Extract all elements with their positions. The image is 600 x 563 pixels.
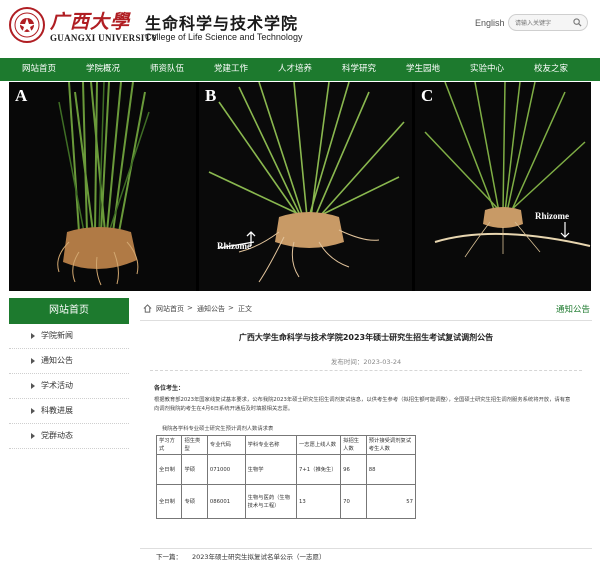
table-header-cell: 招生类型 <box>181 435 208 455</box>
table-caption: 我院各学科专业硕士研究生预计调剂人数请求表 <box>162 426 274 432</box>
university-name-en: GUANGXI UNIVERSITY <box>50 33 158 43</box>
rhizome-label-b: Rhizome <box>217 241 251 251</box>
next-article: 下一篇： 2023年硕士研究生拟复试名单公示（一志愿） <box>140 548 592 563</box>
nav-item-students[interactable]: 学生园地 <box>392 58 454 81</box>
table-cell: 全日制 <box>155 454 183 485</box>
table-row: 全日制 学硕 071000 生物学 7+1（推免生） 96 88 <box>155 454 417 485</box>
table-cell: 生物学 <box>244 454 297 485</box>
breadcrumb-separator: > <box>228 304 234 312</box>
table-header-cell: 预计接受调剂复试考生人数 <box>365 435 417 455</box>
sidebar-item-label: 科教进展 <box>41 406 73 415</box>
sidebar-title[interactable]: 网站首页 <box>9 298 129 324</box>
publish-date: 发布时间：2023-03-24 <box>140 356 592 366</box>
university-seal-icon[interactable] <box>9 7 45 43</box>
search-icon[interactable] <box>573 18 582 27</box>
plant-a-illustration <box>57 82 150 286</box>
plant-photo-b: B Rhizome <box>199 82 412 291</box>
site-header: 广西大學 GUANGXI UNIVERSITY 生命科学与技术学院 Colleg… <box>0 0 600 57</box>
panel-label-b: B <box>205 86 217 105</box>
arrow-right-icon <box>31 383 35 389</box>
sidebar-item-label: 通知公告 <box>41 356 73 365</box>
home-icon <box>143 304 152 313</box>
table-header-cell: 学科专业名称 <box>244 435 297 455</box>
main-nav: 网站首页 学院概况 师资队伍 党建工作 人才培养 科学研究 学生园地 实验中心 … <box>0 58 600 81</box>
table-cell: 96 <box>340 454 367 485</box>
table-cell: 学硕 <box>181 454 208 485</box>
nav-item-faculty[interactable]: 师资队伍 <box>136 58 198 81</box>
college-name-cn: 生命科学与技术学院 <box>145 14 299 33</box>
quota-table: 学习方式 招生类型 专业代码 学科专业名称 一志愿上线人数 拟招生人数 预计接受… <box>155 435 417 519</box>
breadcrumb-current: 正文 <box>238 305 252 313</box>
sidebar-item-label: 学院新闻 <box>41 331 73 340</box>
rhizome-label-c: Rhizome <box>535 211 569 221</box>
breadcrumb-notices[interactable]: 通知公告 <box>197 304 225 314</box>
table-row: 全日制 专硕 086001 生物与医药（生物技术与工程） 13 70 57 <box>155 484 417 519</box>
main-content: 网站首页 > 通知公告 > 正文 通知公告 广西大学生命科学与技术学院2023年… <box>140 298 592 561</box>
breadcrumb: 网站首页 > 通知公告 > 正文 通知公告 <box>140 298 592 321</box>
arrow-right-icon <box>31 358 35 364</box>
table-cell: 57 <box>365 484 417 519</box>
table-cell: 071000 <box>206 454 246 485</box>
table-header-cell: 拟招生人数 <box>340 435 367 455</box>
table-header-cell: 一志愿上线人数 <box>295 435 342 455</box>
sidebar-item-notices[interactable]: 通知公告 <box>9 349 129 374</box>
college-name-en: College of Life Science and Technology <box>145 32 303 42</box>
table-cell: 7+1（推免生） <box>295 454 342 485</box>
nav-item-alumni[interactable]: 校友之家 <box>520 58 582 81</box>
sidebar: 网站首页 学院新闻 通知公告 学术活动 科教进展 党群动态 <box>9 298 129 449</box>
panel-label-c: C <box>421 86 434 105</box>
nav-item-party[interactable]: 党建工作 <box>200 58 262 81</box>
plant-photo-a: A <box>9 82 196 291</box>
search-input[interactable] <box>515 17 573 29</box>
table-header-cell: 专业代码 <box>206 435 246 455</box>
section-title: 通知公告 <box>555 305 590 315</box>
sidebar-item-label: 党群动态 <box>41 431 73 440</box>
article-title: 广西大学生命科学与技术学院2023年硕士研究生招生考试复试调剂公告 <box>238 333 494 342</box>
table-cell: 70 <box>340 484 367 519</box>
table-header-cell: 学习方式 <box>155 435 183 455</box>
english-link[interactable]: English <box>475 18 505 28</box>
table-header-row: 学习方式 招生类型 专业代码 学科专业名称 一志愿上线人数 拟招生人数 预计接受… <box>155 435 417 455</box>
plant-b-illustration <box>208 82 405 283</box>
sidebar-item-news[interactable]: 学院新闻 <box>9 324 129 349</box>
nav-item-home[interactable]: 网站首页 <box>8 58 70 81</box>
table-cell: 全日制 <box>155 484 183 519</box>
next-article-link[interactable]: 2023年硕士研究生拟复试名单公示（一志愿） <box>192 551 326 561</box>
arrow-right-icon <box>31 408 35 414</box>
panel-label-a: A <box>15 86 28 105</box>
table-cell: 生物与医药（生物技术与工程） <box>244 484 297 519</box>
table-cell: 88 <box>365 454 417 485</box>
nav-item-lab-center[interactable]: 实验中心 <box>456 58 518 81</box>
nav-item-education[interactable]: 人才培养 <box>264 58 326 81</box>
greeting: 各位考生： <box>154 385 185 392</box>
plant-photo-c: C Rhizome <box>415 82 591 291</box>
sidebar-item-academic[interactable]: 学术活动 <box>9 374 129 399</box>
table-cell: 13 <box>295 484 342 519</box>
banner-image: A B Rhizome C Rhizome <box>9 82 591 291</box>
nav-item-research[interactable]: 科学研究 <box>328 58 390 81</box>
sidebar-item-party-news[interactable]: 党群动态 <box>9 424 129 449</box>
search-box <box>508 14 588 31</box>
sidebar-item-progress[interactable]: 科教进展 <box>9 399 129 424</box>
arrow-right-icon <box>31 333 35 339</box>
nav-item-overview[interactable]: 学院概况 <box>72 58 134 81</box>
arrow-right-icon <box>31 433 35 439</box>
plant-c-illustration <box>424 82 591 258</box>
table-cell: 086001 <box>206 484 246 519</box>
breadcrumb-home[interactable]: 网站首页 <box>156 304 184 314</box>
divider <box>150 370 582 371</box>
university-name-cn: 广西大學 <box>50 11 131 33</box>
article-paragraph: 根据教育部2023年国家线复试基本要求，公布我院2023年硕士研究生招生调剂复试… <box>154 397 571 412</box>
publish-label: 发布时间： <box>330 358 364 366</box>
breadcrumb-separator: > <box>187 304 193 312</box>
sidebar-item-label: 学术活动 <box>41 381 73 390</box>
publish-date-value: 2023-03-24 <box>363 358 402 366</box>
next-article-label: 下一篇： <box>156 553 182 561</box>
table-cell: 专硕 <box>181 484 208 519</box>
